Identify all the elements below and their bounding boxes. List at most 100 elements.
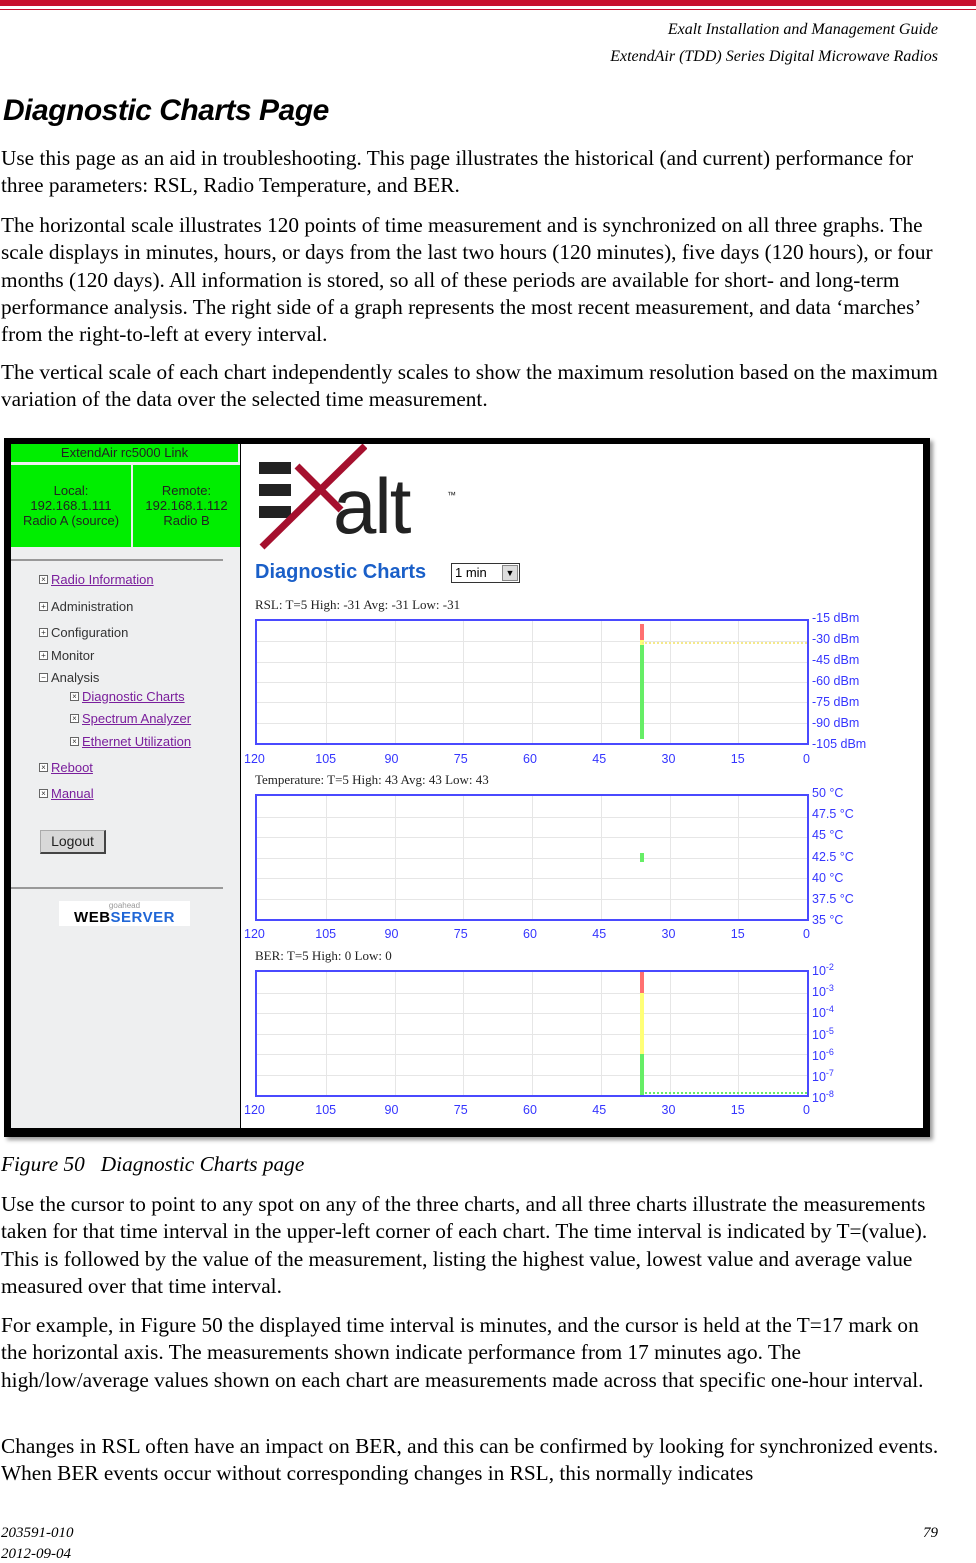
nav-item-configuration[interactable]: + Configuration bbox=[39, 625, 128, 640]
plus-box-icon[interactable]: + bbox=[39, 602, 48, 611]
chart-plot-area[interactable] bbox=[255, 970, 809, 1097]
nav-item-radio-information[interactable]: × Radio Information bbox=[39, 572, 154, 587]
interval-select[interactable]: 1 min ▼ bbox=[451, 563, 520, 583]
x-tick-label: 45 bbox=[592, 1103, 607, 1117]
local-label: Local: bbox=[53, 483, 89, 498]
tick-base: 10 bbox=[812, 1069, 826, 1084]
nav-item-diagnostic-charts[interactable]: × Diagnostic Charts bbox=[70, 689, 185, 704]
nav-item-label[interactable]: Reboot bbox=[51, 760, 93, 775]
nav-item-reboot[interactable]: × Reboot bbox=[39, 760, 93, 775]
x-tick-label: 60 bbox=[523, 1103, 537, 1117]
tick-exponent: -2 bbox=[825, 962, 834, 972]
x-box-icon[interactable]: × bbox=[39, 575, 48, 584]
chart-plot-area[interactable] bbox=[255, 794, 809, 921]
y-tick-label: 10-5 bbox=[812, 1026, 834, 1042]
nav-item-administration[interactable]: + Administration bbox=[39, 599, 133, 614]
y-tick-label: 47.5 °C bbox=[812, 807, 854, 822]
y-tick-label: 42.5 °C bbox=[812, 849, 854, 864]
paragraph: Changes in RSL often have an impact on B… bbox=[1, 1434, 939, 1486]
chevron-down-icon[interactable]: ▼ bbox=[502, 565, 518, 581]
figure-caption: Figure 50 Diagnostic Charts page bbox=[1, 1152, 304, 1177]
x-box-icon[interactable]: × bbox=[39, 789, 48, 798]
running-header-title: Exalt Installation and Management Guide bbox=[667, 21, 938, 38]
x-tick-label: 30 bbox=[661, 927, 676, 941]
x-tick-label: 60 bbox=[523, 927, 537, 941]
gridline-horizontal bbox=[257, 661, 807, 663]
local-ip: 192.168.1.111 bbox=[30, 498, 112, 513]
gridline-horizontal bbox=[257, 1033, 807, 1035]
x-tick-label: 15 bbox=[730, 927, 745, 941]
minus-box-icon[interactable]: − bbox=[39, 673, 48, 682]
exalt-logo-text: alt bbox=[333, 462, 411, 550]
nav-item-label[interactable]: Analysis bbox=[51, 670, 99, 685]
x-box-icon[interactable]: × bbox=[70, 692, 79, 701]
logout-button[interactable]: Logout bbox=[40, 830, 106, 854]
paragraph: The vertical scale of each chart indepen… bbox=[1, 360, 938, 412]
logo-server: SERVER bbox=[110, 909, 175, 926]
data-bar-segment bbox=[640, 972, 644, 993]
footer-page-number: 79 bbox=[923, 1525, 938, 1541]
footer-doc-number: 203591-010 bbox=[1, 1525, 74, 1541]
footer-date: 2012-09-04 bbox=[1, 1546, 71, 1562]
nav-item-label[interactable]: Diagnostic Charts bbox=[82, 689, 185, 704]
chart-plot-area[interactable] bbox=[255, 619, 809, 745]
x-box-icon[interactable]: × bbox=[39, 763, 48, 772]
tick-base: 10 bbox=[812, 985, 826, 1000]
x-box-icon[interactable]: × bbox=[70, 737, 79, 746]
y-tick-label: 10-6 bbox=[812, 1047, 834, 1063]
y-tick-label: 10-4 bbox=[812, 1004, 834, 1020]
nav-item-spectrum-analyzer[interactable]: × Spectrum Analyzer bbox=[70, 711, 191, 726]
page-heading: Diagnostic Charts bbox=[255, 561, 427, 583]
nav-item-label[interactable]: Manual bbox=[51, 786, 94, 801]
remote-ip: 192.168.1.112 bbox=[145, 498, 228, 513]
y-tick-label: 10-2 bbox=[812, 962, 834, 978]
page-title: Diagnostic Charts Page bbox=[3, 94, 329, 127]
y-tick-label: -30 dBm bbox=[812, 632, 860, 646]
nav-item-label[interactable]: Administration bbox=[51, 599, 133, 614]
x-tick-label: 0 bbox=[803, 1103, 810, 1117]
gridline-horizontal bbox=[257, 1074, 807, 1076]
nav-item-label[interactable]: Radio Information bbox=[51, 572, 154, 587]
divider bbox=[11, 559, 223, 561]
tick-base: 10 bbox=[812, 1006, 826, 1021]
nav-item-label[interactable]: Ethernet Utilization bbox=[82, 734, 191, 749]
interval-select-value: 1 min bbox=[455, 565, 487, 580]
plus-box-icon[interactable]: + bbox=[39, 651, 48, 660]
y-tick-label: -15 dBm bbox=[812, 611, 860, 625]
x-tick-label: 90 bbox=[384, 752, 399, 766]
x-tick-label: 30 bbox=[661, 1103, 676, 1117]
gridline-horizontal bbox=[257, 1054, 807, 1055]
data-bar-segment bbox=[640, 645, 644, 739]
nav-item-monitor[interactable]: + Monitor bbox=[39, 648, 94, 663]
nav-item-manual[interactable]: × Manual bbox=[39, 786, 94, 801]
local-radio-cell: Local: 192.168.1.111 Radio A (source) bbox=[11, 465, 131, 547]
plus-box-icon[interactable]: + bbox=[39, 628, 48, 637]
nav-item-label[interactable]: Configuration bbox=[51, 625, 128, 640]
data-bar-segment bbox=[640, 853, 644, 862]
nav-item-label[interactable]: Monitor bbox=[51, 648, 94, 663]
gridline-horizontal bbox=[257, 816, 807, 818]
x-tick-label: 75 bbox=[453, 752, 468, 766]
gridline-horizontal bbox=[257, 702, 807, 704]
chart-title: BER: T=5 High: 0 Low: 0 bbox=[255, 948, 392, 963]
nav-item-label[interactable]: Spectrum Analyzer bbox=[82, 711, 191, 726]
x-box-icon[interactable]: × bbox=[70, 714, 79, 723]
y-tick-label: 50 °C bbox=[812, 786, 844, 800]
tick-exponent: -7 bbox=[825, 1067, 834, 1078]
gridline-horizontal bbox=[257, 857, 807, 859]
nav-item-ethernet-utilization[interactable]: × Ethernet Utilization bbox=[70, 734, 191, 749]
paragraph: Use the cursor to point to any spot on a… bbox=[1, 1192, 928, 1298]
data-bar-segment bbox=[640, 992, 644, 1054]
y-tick-label: 35 °C bbox=[812, 913, 844, 927]
local-name: Radio A (source) bbox=[22, 513, 120, 528]
gridline-horizontal bbox=[257, 1013, 807, 1014]
header-rule bbox=[0, 9, 976, 10]
nav-item-analysis[interactable]: − Analysis bbox=[39, 670, 99, 685]
x-tick-label: 45 bbox=[592, 752, 607, 766]
x-tick-label: 90 bbox=[384, 1103, 399, 1117]
remote-label: Remote: bbox=[161, 483, 212, 498]
tick-exponent: -5 bbox=[825, 1025, 834, 1036]
paragraph: For example, in Figure 50 the displayed … bbox=[1, 1313, 924, 1392]
x-tick-label: 75 bbox=[453, 1103, 468, 1117]
caption-number: Figure 50 bbox=[1, 1152, 85, 1176]
